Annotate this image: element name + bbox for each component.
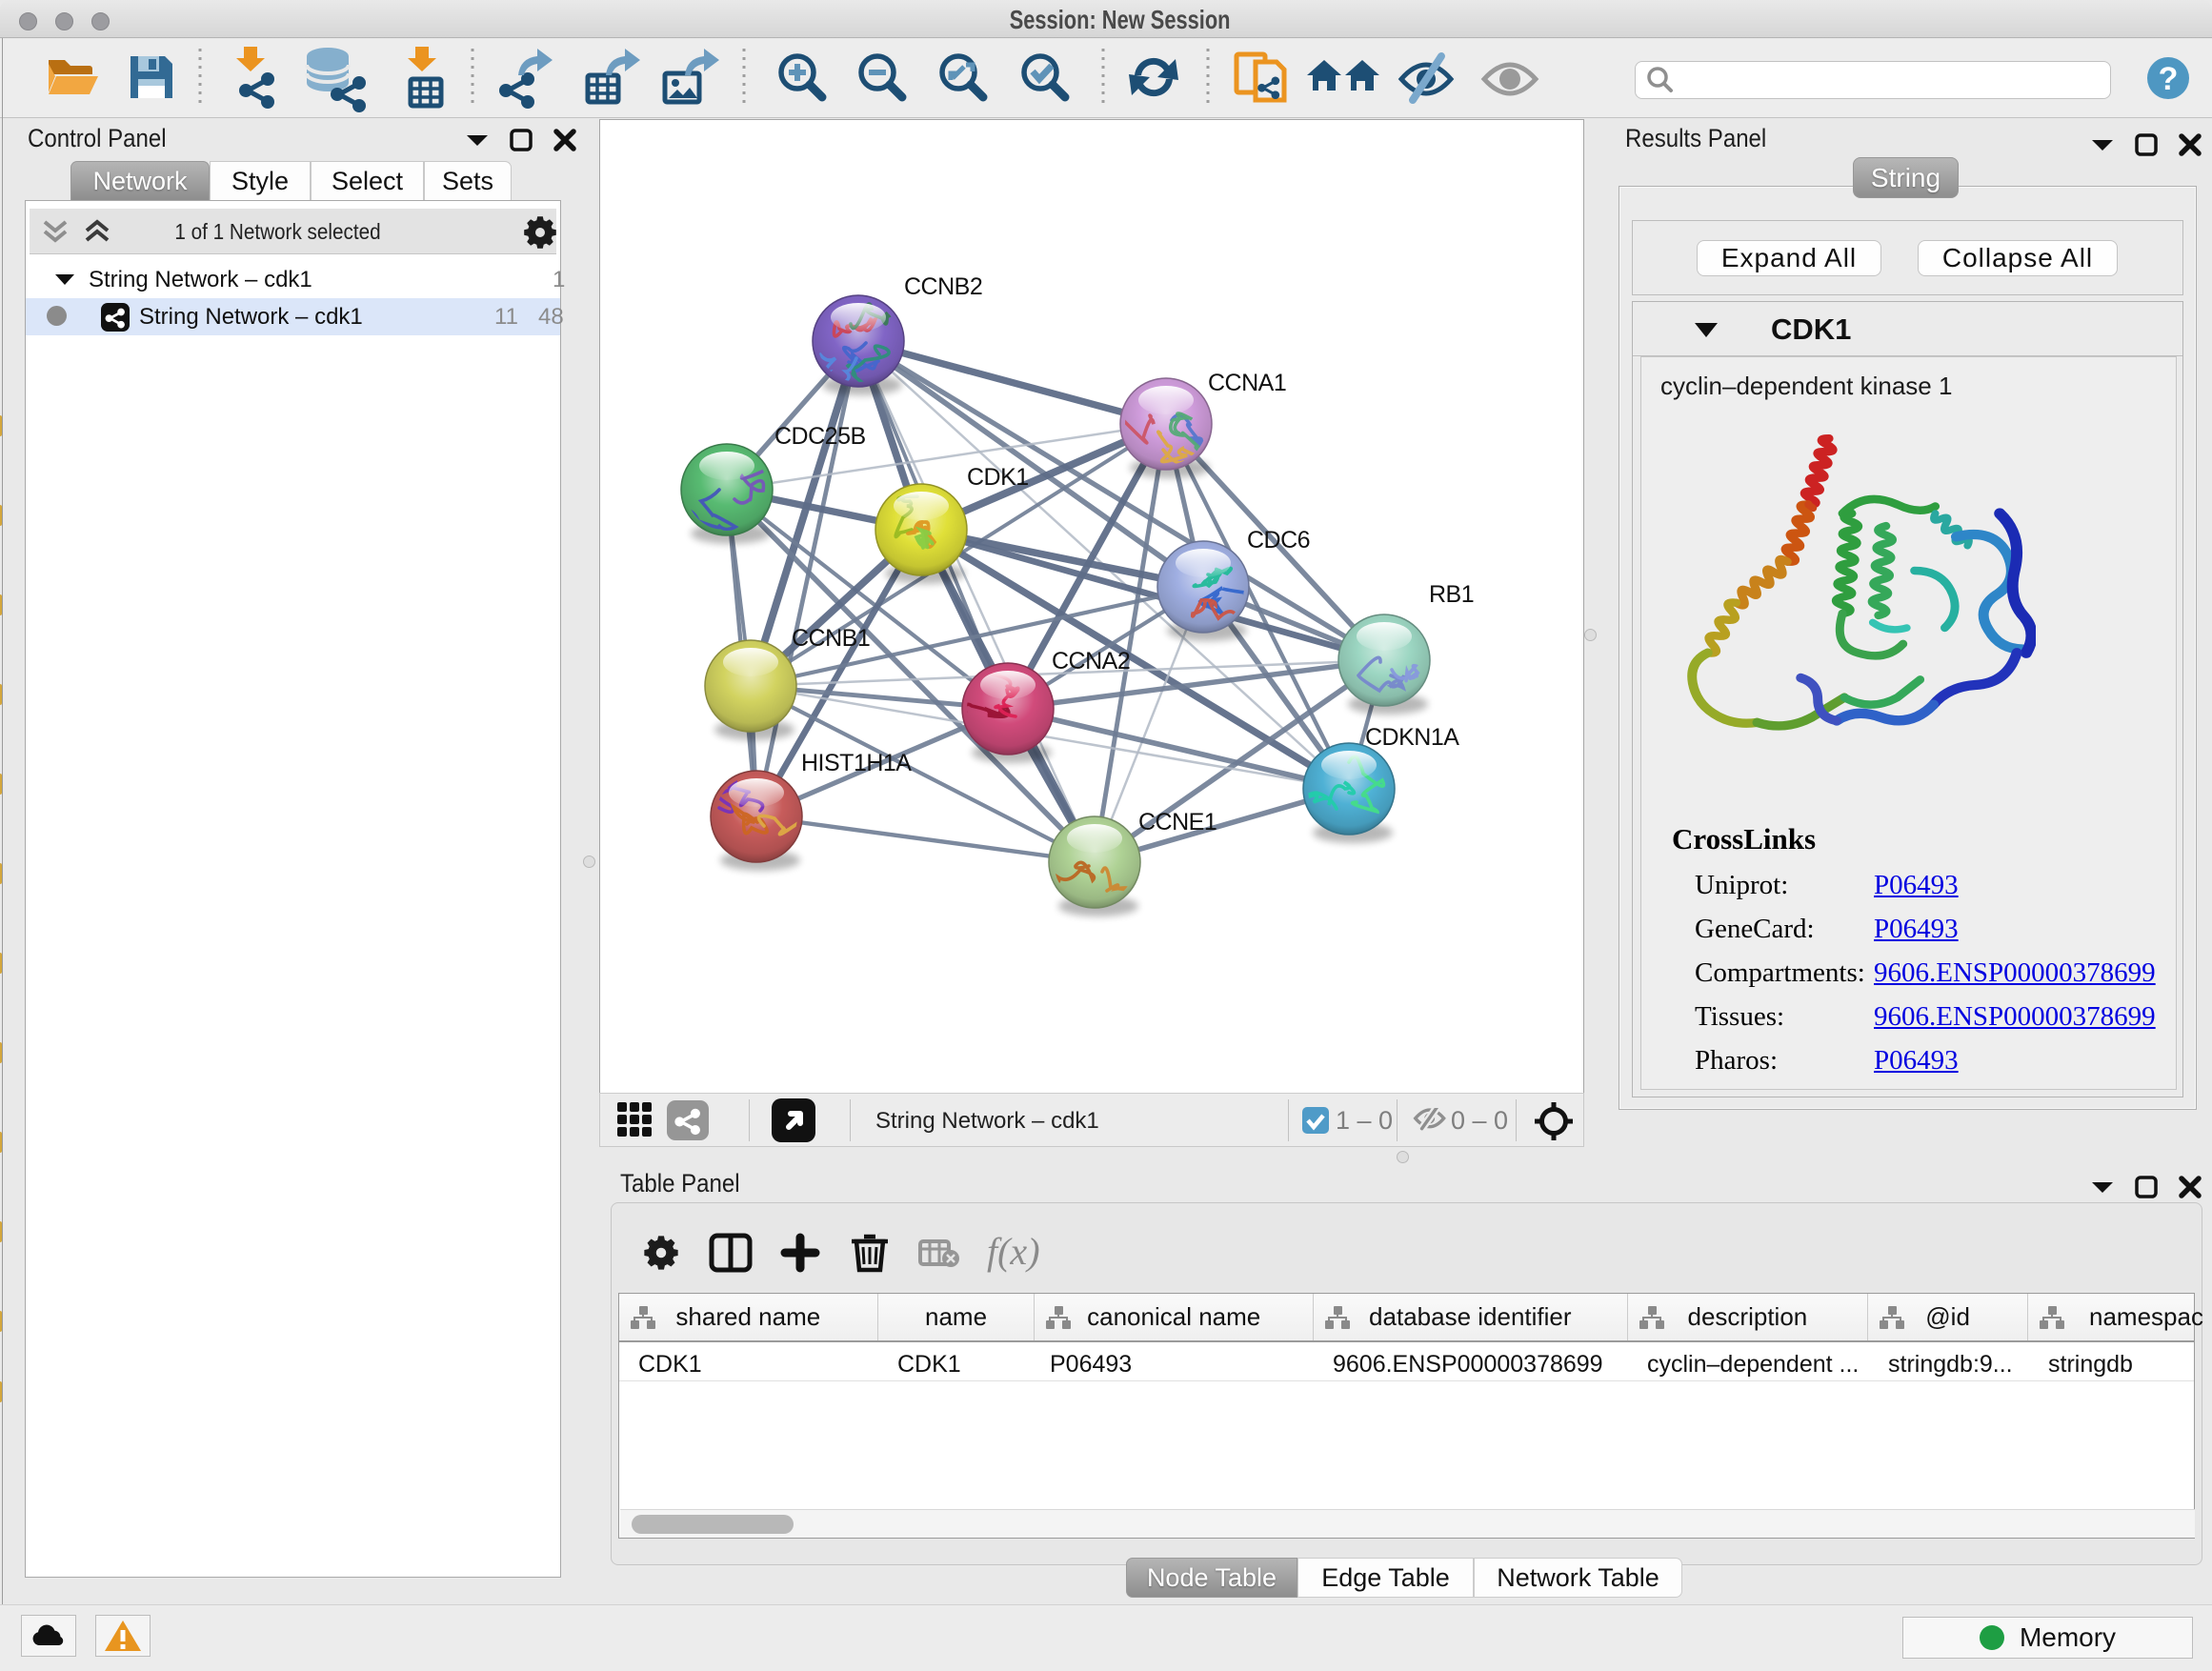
svg-text:CDK1: CDK1 [967, 464, 1029, 491]
svg-text:?: ? [2159, 61, 2179, 97]
svg-text:f(x): f(x) [987, 1230, 1040, 1273]
svg-text:CCNA1: CCNA1 [1208, 370, 1286, 396]
svg-text:CCNE1: CCNE1 [1138, 809, 1217, 836]
svg-text:CDKN1A: CDKN1A [1365, 724, 1459, 751]
svg-text:HIST1H1A: HIST1H1A [801, 750, 912, 776]
svg-text:CDC25B: CDC25B [774, 423, 866, 450]
svg-text:RB1: RB1 [1429, 581, 1474, 608]
svg-text:CDC6: CDC6 [1247, 527, 1310, 554]
svg-text:CCNB2: CCNB2 [904, 273, 982, 300]
svg-text:CCNB1: CCNB1 [792, 625, 870, 652]
svg-text:CCNA2: CCNA2 [1052, 648, 1130, 674]
